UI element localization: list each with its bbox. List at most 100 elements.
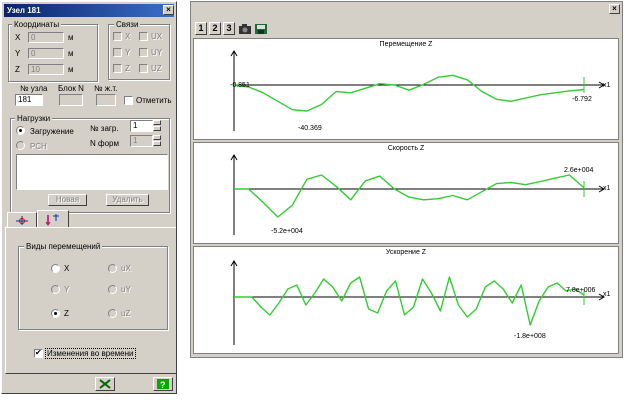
coord-z-label: Z — [15, 65, 20, 74]
load-radio[interactable] — [16, 126, 25, 135]
time-changes-checkbox[interactable] — [34, 348, 43, 358]
chart-view-3-button[interactable]: 3 — [223, 22, 235, 35]
chart-2-max-label: 2.6e+004 — [564, 167, 594, 174]
camera-icon[interactable] — [238, 23, 252, 35]
disp-types-group — [18, 246, 168, 330]
load-no-label: № загр. — [90, 124, 119, 133]
dialog-title: Узел 181 — [4, 4, 174, 17]
form-no-label: N форм — [90, 139, 119, 148]
loads-caption: Нагрузки — [15, 114, 53, 123]
disp-ux-radio[interactable] — [108, 264, 117, 273]
chart-1-series-line — [233, 74, 585, 112]
mark-label: Отметить — [136, 96, 172, 105]
disp-y-radio[interactable] — [51, 285, 60, 294]
disp-ux-label: uX — [121, 264, 131, 273]
chart-panel-displacement: Перемещение Z -0.851 -40.369 -6.792 x1 — [193, 38, 619, 140]
link-uy-checkbox[interactable] — [139, 48, 148, 57]
cancel-button[interactable] — [95, 377, 115, 391]
load-radio-label: Загружение — [30, 127, 74, 136]
disp-uy-radio[interactable] — [108, 285, 117, 294]
chart-3-max-label: 7.8e+006 — [566, 287, 596, 294]
chart-view-1-button[interactable]: 1 — [195, 22, 207, 35]
loads-list[interactable] — [16, 154, 168, 190]
chart-1-min-label: -40.369 — [298, 125, 322, 132]
link-y-label: Y — [125, 48, 131, 57]
block-no-label: Блок N — [58, 84, 84, 93]
tab-time-displacement[interactable] — [37, 210, 69, 228]
coord-y-label: Y — [15, 49, 21, 58]
disp-z-label: Z — [64, 309, 69, 318]
chart-2-plot — [230, 154, 605, 235]
coord-x-label: X — [15, 33, 21, 42]
link-z-checkbox[interactable] — [113, 64, 122, 73]
node-no-field[interactable]: 181 — [15, 94, 43, 106]
dialog-close-button[interactable]: × — [163, 5, 174, 15]
displacement-arrows-icon — [45, 214, 59, 226]
chart-2-series-line — [234, 174, 585, 218]
disp-y-label: Y — [64, 285, 70, 294]
link-uy-label: UY — [151, 48, 163, 57]
block-no-field[interactable] — [59, 94, 83, 106]
coord-y-field[interactable]: 0 — [28, 48, 64, 59]
link-uz-checkbox[interactable] — [139, 64, 148, 73]
chart-panel-acceleration: Ускорение Z 7.8e+006 -1.8e+008 x1 — [193, 246, 619, 354]
chart-2-min-label: -5.2e+004 — [271, 228, 303, 235]
zt-no-label: № ж.т. — [94, 84, 118, 93]
form-no-spin-up[interactable] — [153, 135, 161, 140]
chart-3-plot — [230, 260, 605, 345]
chart-close-button[interactable]: × — [609, 4, 620, 14]
link-ux-checkbox[interactable] — [139, 32, 148, 41]
chart-3-series-line — [234, 276, 585, 326]
chart-3-xlabel: x1 — [603, 291, 611, 298]
links-caption: Связи — [114, 20, 141, 29]
disp-uz-radio[interactable] — [108, 309, 117, 318]
help-question-icon: ? — [157, 379, 169, 389]
disp-x-radio[interactable] — [51, 264, 60, 273]
chart-1-xlabel: x1 — [603, 82, 611, 89]
coord-z-field[interactable]: 10 — [28, 64, 64, 75]
link-uz-label: UZ — [151, 64, 162, 73]
coord-x-unit: м — [68, 33, 74, 42]
node-dialog: Узел 181 × Координаты X 0 м Y 0 м Z 10 м… — [1, 1, 177, 394]
load-no-field[interactable]: 1 — [130, 120, 153, 132]
rsn-radio-label: РСН — [30, 142, 47, 151]
link-ux-label: UX — [151, 32, 163, 41]
chart-view-2-button[interactable]: 2 — [209, 22, 221, 35]
link-y-checkbox[interactable] — [113, 48, 122, 57]
chart-1-plot — [230, 50, 605, 131]
link-x-label: X — [125, 32, 131, 41]
disp-x-label: X — [64, 264, 70, 273]
link-z-label: Z — [125, 64, 130, 73]
chart-panel-velocity: Скорость Z 2.6e+004 -5.2e+004 x1 — [193, 142, 619, 244]
coord-x-field[interactable]: 0 — [28, 32, 64, 43]
chart-window: × 1 2 3 Перемещение Z -0.851 -40.369 -6.… — [190, 1, 623, 358]
tab-displacement[interactable] — [7, 212, 37, 227]
new-button[interactable]: Новая — [48, 194, 87, 206]
svg-text:?: ? — [160, 380, 166, 389]
chart-1-end-label: -6.792 — [572, 96, 592, 103]
help-button[interactable]: ? — [153, 377, 173, 391]
cancel-x-icon — [99, 379, 111, 389]
load-no-spin-down[interactable] — [153, 126, 161, 131]
form-no-spin-down[interactable] — [153, 141, 161, 146]
chart-3-min-label: -1.8e+008 — [514, 333, 546, 340]
form-no-field[interactable]: 1 — [130, 135, 153, 147]
disp-uy-label: uY — [121, 285, 131, 294]
zt-no-field[interactable] — [96, 94, 116, 106]
chart-window-titlebar — [193, 4, 620, 15]
disp-types-caption: Виды перемещений — [24, 242, 103, 251]
coordinates-caption: Координаты — [12, 20, 62, 29]
chart-2-xlabel: x1 — [603, 185, 611, 192]
mark-checkbox[interactable] — [124, 96, 133, 105]
load-no-spin-up[interactable] — [153, 120, 161, 125]
delete-button[interactable]: Удалить — [106, 194, 149, 206]
coord-z-unit: м — [68, 65, 74, 74]
disp-uz-label: uZ — [121, 309, 131, 318]
axes-tab-icon — [16, 216, 28, 225]
save-icon[interactable] — [254, 23, 268, 35]
link-x-checkbox[interactable] — [113, 32, 122, 41]
disp-z-radio[interactable] — [51, 309, 60, 318]
rsn-radio[interactable] — [16, 141, 25, 150]
node-no-label: № узла — [20, 84, 48, 93]
coord-y-unit: м — [68, 49, 74, 58]
